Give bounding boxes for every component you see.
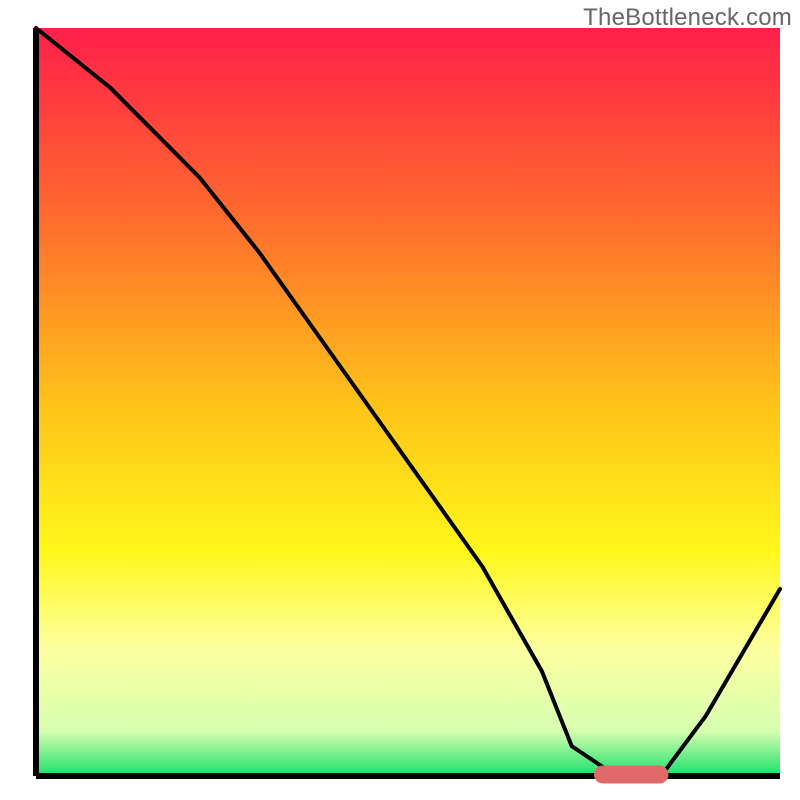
optimal-range-marker (594, 766, 668, 784)
bottleneck-chart: TheBottleneck.com (0, 0, 800, 800)
chart-svg (0, 0, 800, 800)
watermark-text: TheBottleneck.com (583, 4, 792, 32)
plot-background (36, 28, 780, 776)
